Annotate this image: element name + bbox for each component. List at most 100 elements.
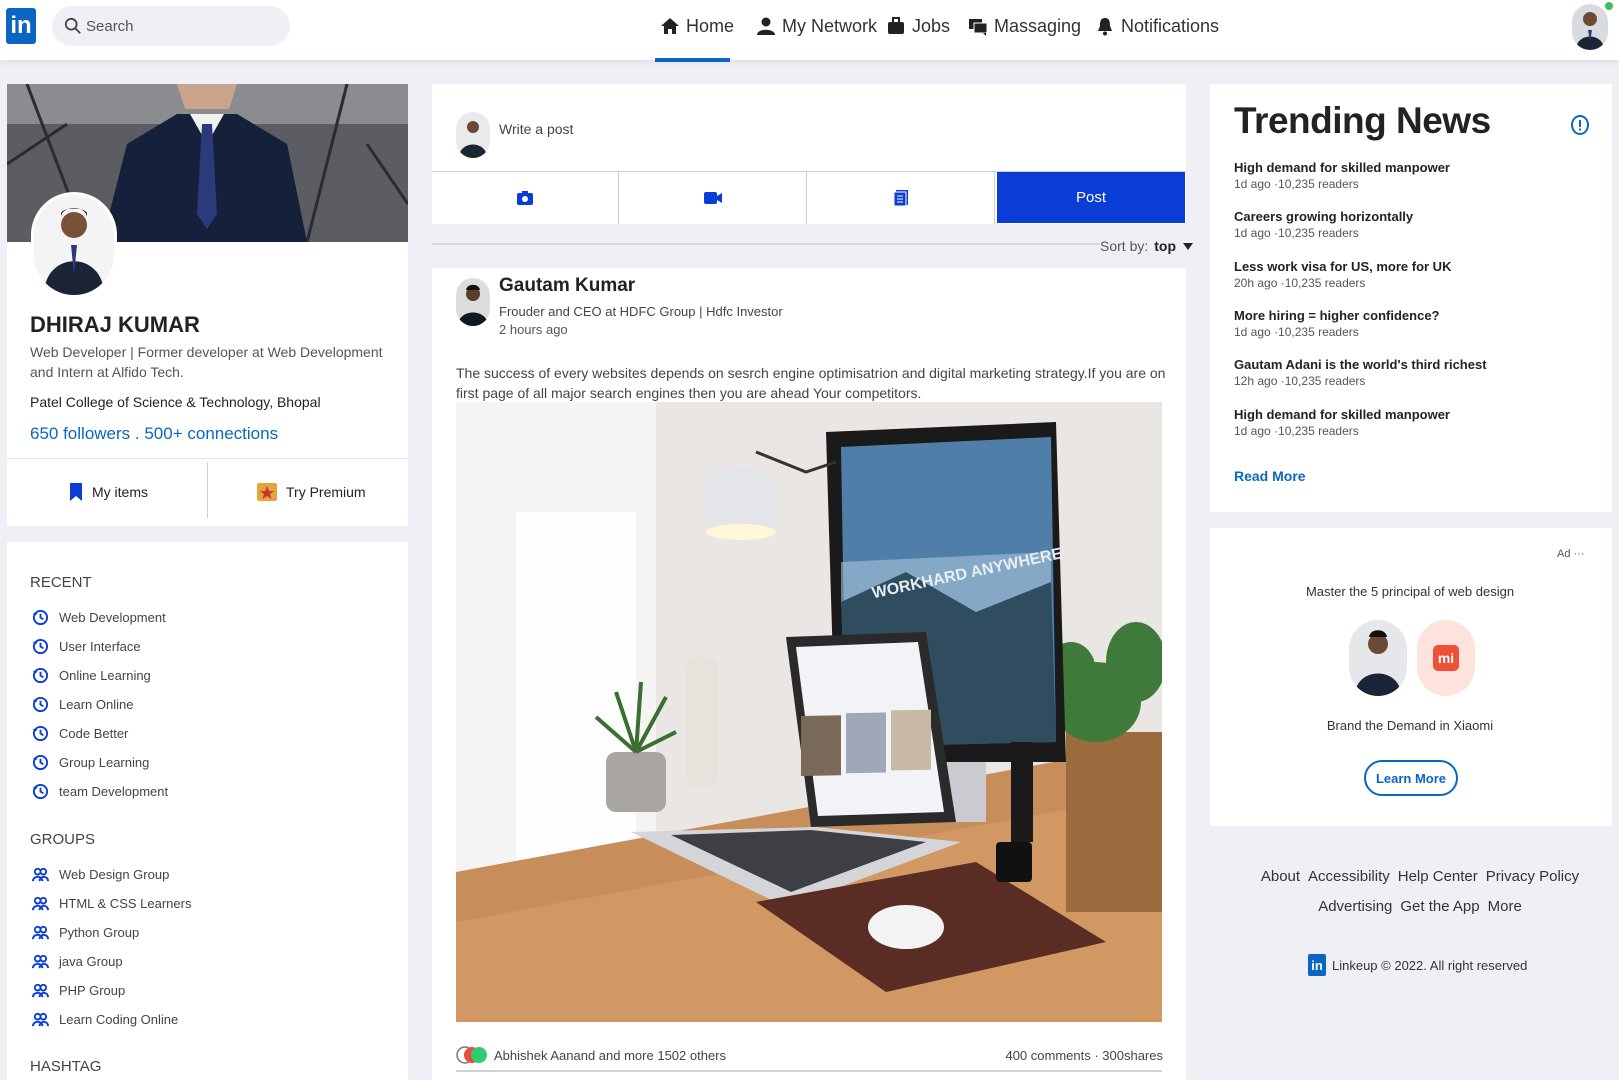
post-author-name[interactable]: Gautam Kumar xyxy=(499,275,635,297)
search-input[interactable] xyxy=(86,15,276,37)
linkedin-logo[interactable]: in xyxy=(6,8,36,44)
user-avatar-image xyxy=(1572,4,1608,50)
group-item[interactable]: PHP Group xyxy=(32,982,125,999)
post-author-headline: Frouder and CEO at HDFC Group | Hdfc Inv… xyxy=(499,304,783,319)
try-premium-button[interactable]: Try Premium xyxy=(256,480,366,504)
footer-link[interactable]: Accessibility xyxy=(1308,868,1390,885)
footer-link[interactable]: Help Center xyxy=(1398,868,1478,885)
briefcase-icon xyxy=(888,17,904,34)
group-item-label: java Group xyxy=(59,954,123,969)
footer-copyright: in Linkeup © 2022. All right reserved xyxy=(1308,954,1527,976)
caret-down-icon xyxy=(1183,243,1194,250)
recent-item[interactable]: Web Development xyxy=(32,609,166,626)
nav-home[interactable]: Home xyxy=(660,14,734,38)
post-button[interactable]: Post xyxy=(997,172,1185,223)
ad-caption: Brand the Demand in Xiaomi xyxy=(1326,718,1494,733)
info-icon[interactable] xyxy=(1571,115,1589,135)
profile-name[interactable]: DHIRAJ KUMAR xyxy=(30,312,200,338)
group-item-label: Web Design Group xyxy=(59,867,170,882)
profile-avatar[interactable] xyxy=(31,192,117,298)
camera-icon xyxy=(517,191,533,205)
add-photo-button[interactable] xyxy=(432,172,619,224)
divider xyxy=(7,458,408,459)
sort-dropdown[interactable]: Sort by: top xyxy=(1100,238,1194,254)
divider xyxy=(207,462,208,518)
reactions-text: Abhishek Aanand and more 1502 others xyxy=(494,1047,727,1063)
recent-item-label: Web Development xyxy=(59,610,166,625)
group-item-label: HTML & CSS Learners xyxy=(59,896,192,911)
group-item[interactable]: java Group xyxy=(32,953,123,970)
history-icon xyxy=(32,667,49,684)
nav-notifications-label: Notifications xyxy=(1121,15,1220,36)
news-meta: 1d ago ·10,235 readers xyxy=(1234,324,1359,339)
ad-label[interactable]: Ad ··· xyxy=(1557,548,1585,560)
group-item[interactable]: Web Design Group xyxy=(32,866,169,883)
search-box[interactable] xyxy=(52,6,290,46)
news-meta: 1d ago ·10,235 readers xyxy=(1234,423,1359,438)
group-item[interactable]: Learn Coding Online xyxy=(32,1011,178,1028)
group-icon xyxy=(32,867,49,882)
my-items-label: My items xyxy=(92,484,148,500)
connections-count[interactable]: 500+ connections xyxy=(144,424,278,443)
recent-item[interactable]: team Development xyxy=(32,783,168,800)
nav-jobs-label: Jobs xyxy=(912,15,951,36)
post-body: The success of every websites depends on… xyxy=(456,365,1166,401)
news-item[interactable]: Less work visa for US, more for UK 20h ag… xyxy=(1234,259,1451,290)
footer-link[interactable]: Advertising xyxy=(1318,898,1392,915)
try-premium-label: Try Premium xyxy=(286,484,366,500)
add-document-button[interactable] xyxy=(808,172,995,224)
recent-item-label: Group Learning xyxy=(59,755,150,770)
post-stats[interactable]: 400 comments · 300shares xyxy=(1005,1048,1163,1063)
recent-item[interactable]: User Interface xyxy=(32,638,141,655)
news-item[interactable]: High demand for skilled manpower 1d ago ·… xyxy=(1234,407,1450,438)
news-headline: High demand for skilled manpower xyxy=(1234,160,1450,175)
nav-home-label: Home xyxy=(686,15,735,36)
recent-item-label: Code Better xyxy=(59,726,129,741)
trending-card xyxy=(1210,84,1612,512)
group-item[interactable]: Python Group xyxy=(32,924,139,941)
recent-item[interactable]: Learn Online xyxy=(32,696,133,713)
footer-link[interactable]: About xyxy=(1261,868,1300,885)
active-tab-indicator xyxy=(655,58,730,62)
followers-count[interactable]: 650 followers xyxy=(30,424,130,443)
nav-avatar[interactable] xyxy=(1572,4,1608,50)
person-icon xyxy=(757,17,775,35)
reaction-icons xyxy=(456,1046,487,1064)
group-item[interactable]: HTML & CSS Learners xyxy=(32,895,191,912)
recent-item[interactable]: Code Better xyxy=(32,725,128,742)
nav-my-network-label: My Network xyxy=(782,15,878,36)
post-reactions[interactable]: Abhishek Aanand and more 1502 others xyxy=(456,1046,726,1064)
group-item-label: Learn Coding Online xyxy=(59,1012,179,1027)
home-icon xyxy=(661,18,679,34)
news-meta: 1d ago ·10,235 readers xyxy=(1234,226,1359,241)
write-post-input[interactable]: Write a post xyxy=(499,121,573,137)
footer-link[interactable]: Get the App xyxy=(1400,898,1479,915)
post-author-avatar[interactable] xyxy=(456,278,490,326)
footer-link[interactable]: More xyxy=(1488,898,1522,915)
news-item[interactable]: Careers growing horizontally 1d ago ·10,2… xyxy=(1234,209,1413,240)
nav-messaging[interactable]: Massaging xyxy=(968,14,1081,38)
post-image[interactable]: WORKHARD ANYWHERE xyxy=(456,402,1162,1022)
recent-item-label: Learn Online xyxy=(59,697,134,712)
news-meta: 1d ago ·10,235 readers xyxy=(1234,177,1359,191)
add-video-button[interactable] xyxy=(620,172,807,224)
nav-my-network[interactable]: My Network xyxy=(756,14,877,38)
news-item[interactable]: High demand for skilled manpower 1d ago ·… xyxy=(1234,160,1450,191)
ad-text: Master the 5 principal of web design xyxy=(1305,584,1515,599)
profile-connections[interactable]: 650 followers . 500+ connections xyxy=(30,424,278,444)
footer-link[interactable]: Privacy Policy xyxy=(1486,868,1579,885)
post-timestamp: 2 hours ago xyxy=(499,322,568,337)
group-icon xyxy=(32,1012,49,1027)
history-icon xyxy=(32,609,49,626)
learn-more-button[interactable]: Learn More xyxy=(1364,760,1458,796)
news-item[interactable]: More hiring = higher confidence? 1d ago ·… xyxy=(1234,308,1440,339)
read-more-link[interactable]: Read More xyxy=(1234,468,1306,484)
recent-item[interactable]: Online Learning xyxy=(32,667,151,684)
recent-item[interactable]: Group Learning xyxy=(32,754,149,771)
history-icon xyxy=(32,638,49,655)
news-item[interactable]: Gautam Adani is the world's third riches… xyxy=(1234,357,1487,388)
nav-notifications[interactable]: Notifications xyxy=(1095,14,1219,38)
my-items-button[interactable]: My items xyxy=(68,480,148,504)
top-navbar: in Home My Network Jobs Massaging Notifi… xyxy=(0,0,1619,62)
nav-jobs[interactable]: Jobs xyxy=(886,14,950,38)
